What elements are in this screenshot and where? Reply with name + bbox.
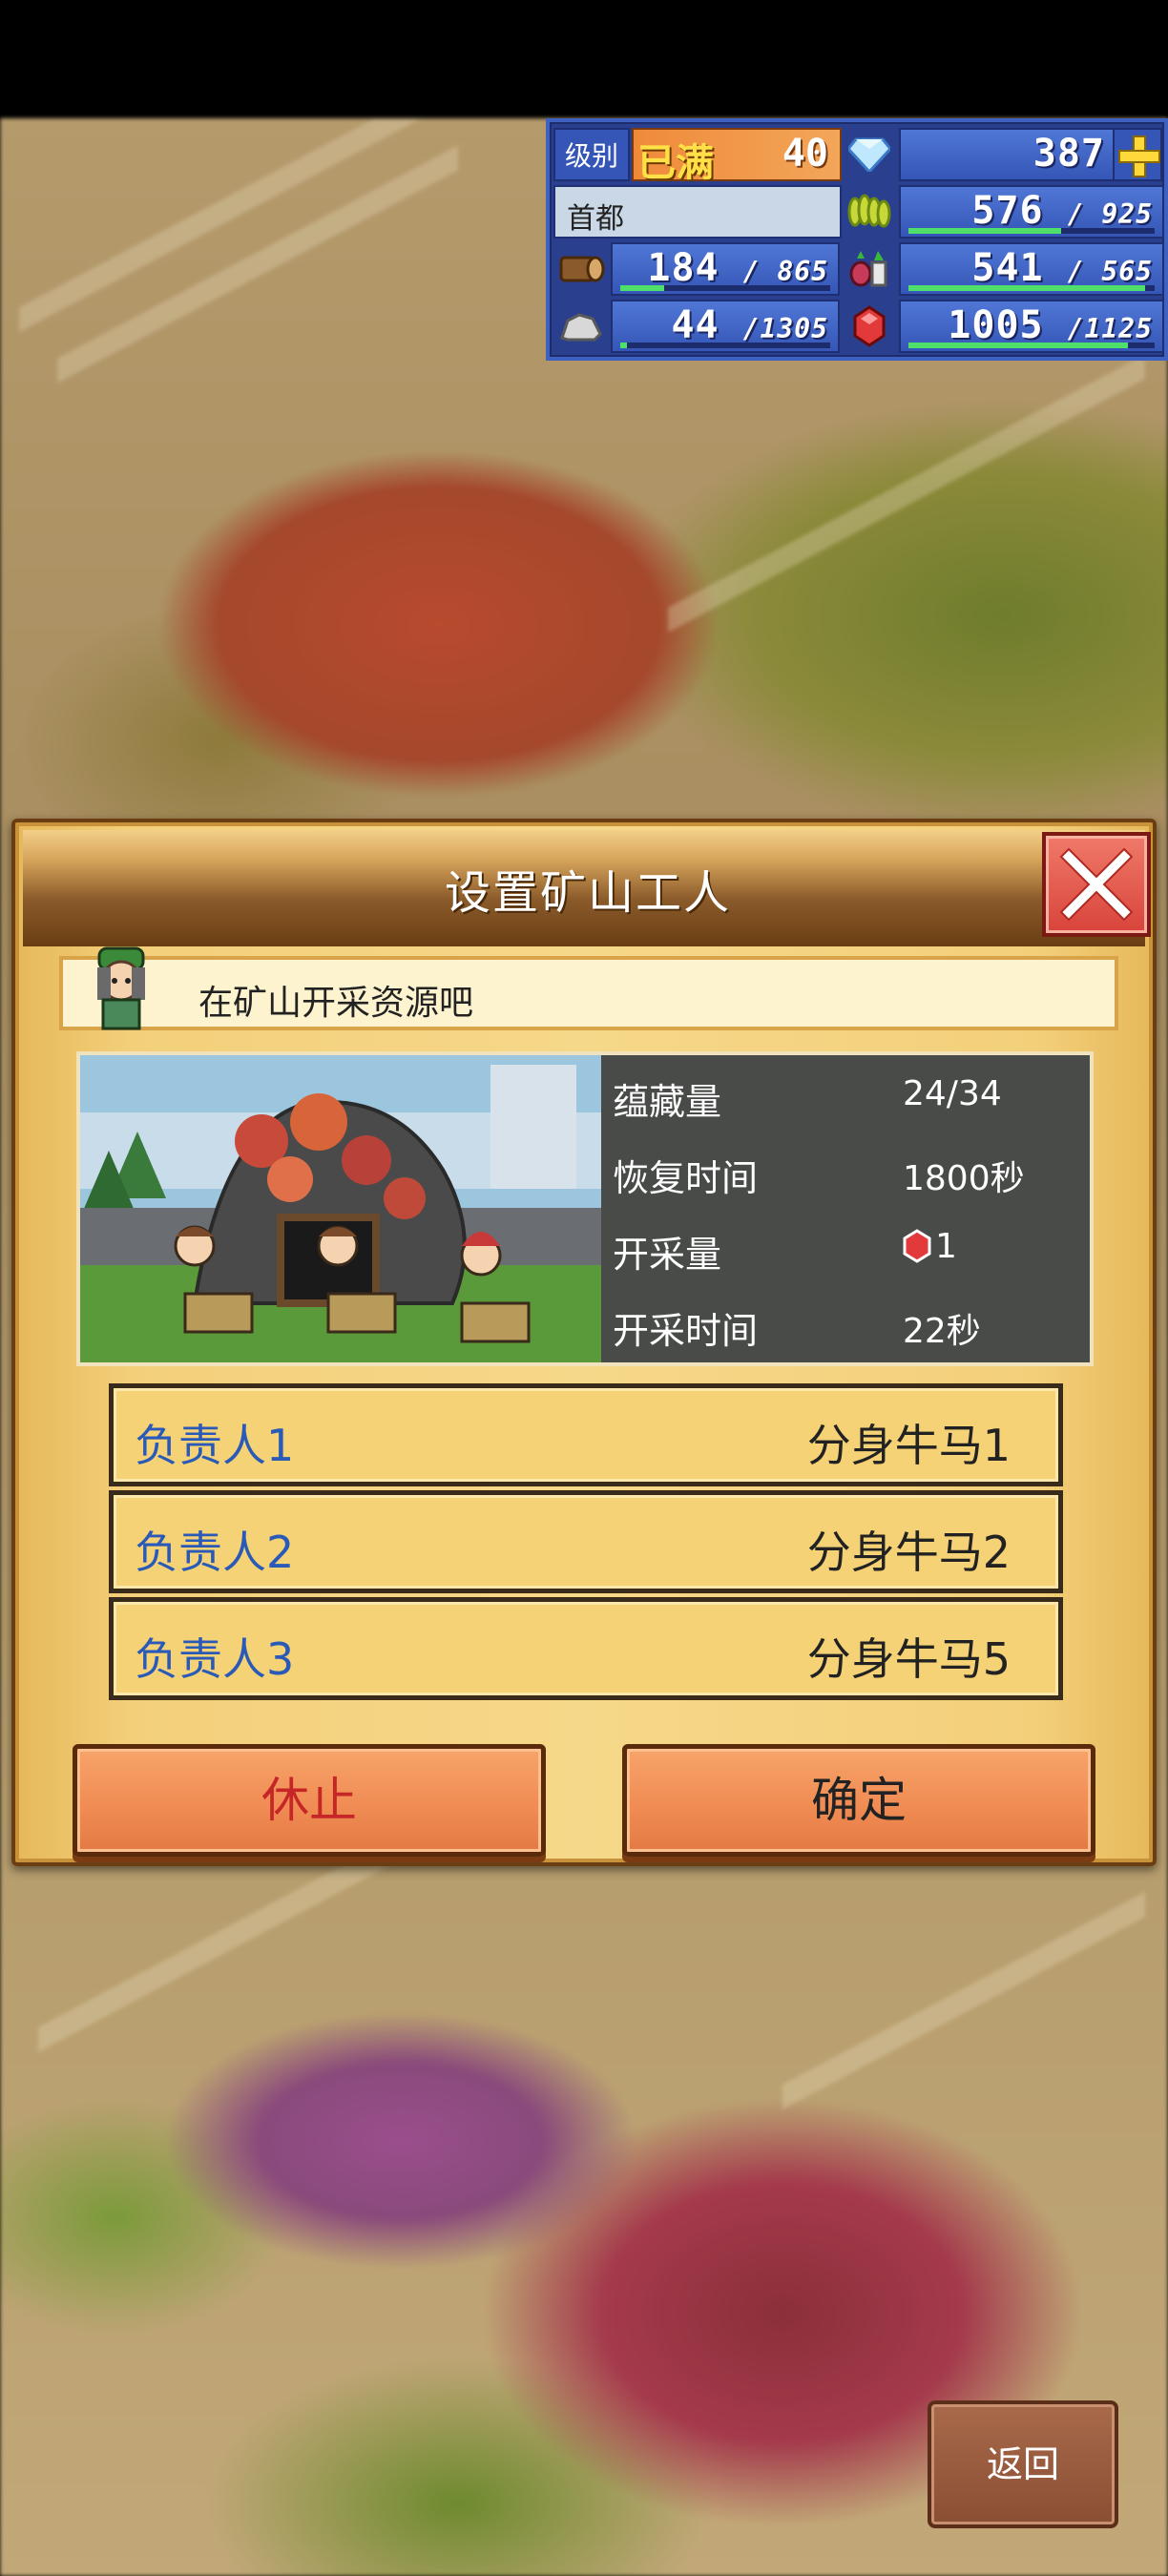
stone-icon bbox=[553, 300, 609, 353]
stone-bar bbox=[620, 343, 830, 348]
vegetables-counter: 541 / 565 bbox=[899, 242, 1164, 296]
wood-bar bbox=[620, 285, 830, 291]
yield-value-wrap: 1 bbox=[903, 1227, 957, 1266]
reserves-value: 24/34 bbox=[903, 1074, 1002, 1113]
level-value: 40 bbox=[782, 132, 828, 176]
level-bar: 已满 40 bbox=[632, 128, 842, 185]
mining-time-label: 开采时间 bbox=[613, 1310, 759, 1352]
wood-log-icon bbox=[553, 242, 609, 296]
mine-worker-dialog: 设置矿山工人 在矿山开采资源吧 蕴藏量 24/34 恢复时间 1800秒 开采量… bbox=[11, 819, 1157, 1866]
gem-value: 387 bbox=[1032, 132, 1105, 176]
reserves-label: 蕴藏量 bbox=[613, 1081, 722, 1123]
recovery-time-row: 恢复时间 1800秒 bbox=[601, 1132, 1090, 1208]
mining-time-row: 开采时间 22秒 bbox=[601, 1284, 1090, 1361]
vegetables-value: 541 bbox=[971, 246, 1044, 290]
ruby-value: 1005 bbox=[948, 303, 1044, 347]
mine-illustration bbox=[80, 1055, 601, 1362]
hint-bar: 在矿山开采资源吧 bbox=[59, 946, 1118, 1030]
wheat-icon bbox=[842, 185, 897, 239]
confirm-button[interactable]: 确定 bbox=[622, 1744, 1095, 1857]
recovery-time-label: 恢复时间 bbox=[613, 1157, 759, 1199]
recovery-time-value: 1800秒 bbox=[903, 1159, 1025, 1198]
vegetables-max: / 565 bbox=[1067, 256, 1153, 287]
stop-button[interactable]: 休止 bbox=[73, 1744, 546, 1857]
advisor-avatar bbox=[86, 943, 156, 1030]
level-max-text: 已满 bbox=[637, 141, 714, 185]
worker-assignment-list: 负责人1 分身牛马1 负责人2 分身牛马2 负责人3 分身牛马5 bbox=[109, 1383, 1063, 1700]
level-label: 级别 bbox=[553, 128, 630, 181]
stone-counter: 44 /1305 bbox=[611, 300, 840, 353]
worker-name: 分身牛马1 bbox=[806, 1420, 1011, 1471]
stone-value: 44 bbox=[671, 303, 720, 347]
assignment-row-3[interactable]: 负责人3 分身牛马5 bbox=[109, 1597, 1063, 1700]
wood-counter: 184 / 865 bbox=[611, 242, 840, 296]
back-button[interactable]: 返回 bbox=[928, 2400, 1118, 2528]
diamond-icon bbox=[842, 128, 897, 181]
wheat-value: 576 bbox=[971, 189, 1044, 233]
gem-counter: 387 bbox=[899, 128, 1116, 181]
ruby-counter: 1005 /1125 bbox=[899, 300, 1164, 353]
wood-value: 184 bbox=[647, 246, 720, 290]
wheat-counter: 576 / 925 bbox=[899, 185, 1164, 239]
stone-max: /1305 bbox=[742, 313, 828, 344]
vegetables-icon bbox=[842, 242, 897, 296]
close-button[interactable] bbox=[1042, 832, 1151, 937]
role-label: 负责人1 bbox=[135, 1420, 295, 1471]
status-bar bbox=[0, 0, 1168, 118]
close-icon bbox=[1059, 847, 1134, 922]
reserves-row: 蕴藏量 24/34 bbox=[601, 1055, 1090, 1132]
assignment-row-1[interactable]: 负责人1 分身牛马1 bbox=[109, 1383, 1063, 1486]
worker-name: 分身牛马5 bbox=[806, 1633, 1011, 1685]
ruby-max: /1125 bbox=[1067, 313, 1153, 344]
vegetables-bar bbox=[908, 285, 1155, 291]
ruby-bar bbox=[908, 343, 1155, 348]
ruby-icon bbox=[842, 300, 897, 353]
yield-row: 开采量 1 bbox=[601, 1208, 1090, 1284]
mining-time-value: 22秒 bbox=[903, 1312, 981, 1351]
ruby-icon bbox=[903, 1229, 931, 1263]
wood-max: / 865 bbox=[742, 256, 828, 287]
worker-name: 分身牛马2 bbox=[806, 1527, 1011, 1578]
wheat-bar bbox=[908, 228, 1155, 234]
mine-info-panel: 蕴藏量 24/34 恢复时间 1800秒 开采量 1 开采时间 22秒 bbox=[76, 1051, 1094, 1366]
hint-text: 在矿山开采资源吧 bbox=[198, 984, 474, 1023]
mine-stats: 蕴藏量 24/34 恢复时间 1800秒 开采量 1 开采时间 22秒 bbox=[601, 1055, 1090, 1362]
wheat-max: / 925 bbox=[1067, 198, 1153, 230]
assignment-row-2[interactable]: 负责人2 分身牛马2 bbox=[109, 1490, 1063, 1593]
yield-value: 1 bbox=[935, 1227, 957, 1266]
city-name: 首都 bbox=[553, 185, 842, 239]
dialog-title: 设置矿山工人 bbox=[444, 866, 731, 920]
role-label: 负责人3 bbox=[135, 1633, 295, 1685]
yield-label: 开采量 bbox=[613, 1234, 722, 1276]
add-gems-button[interactable] bbox=[1113, 128, 1162, 181]
role-label: 负责人2 bbox=[135, 1527, 295, 1578]
resource-hud: 级别 已满 40 387 首都 576 / 925 184 / 865 541 … bbox=[546, 118, 1168, 361]
